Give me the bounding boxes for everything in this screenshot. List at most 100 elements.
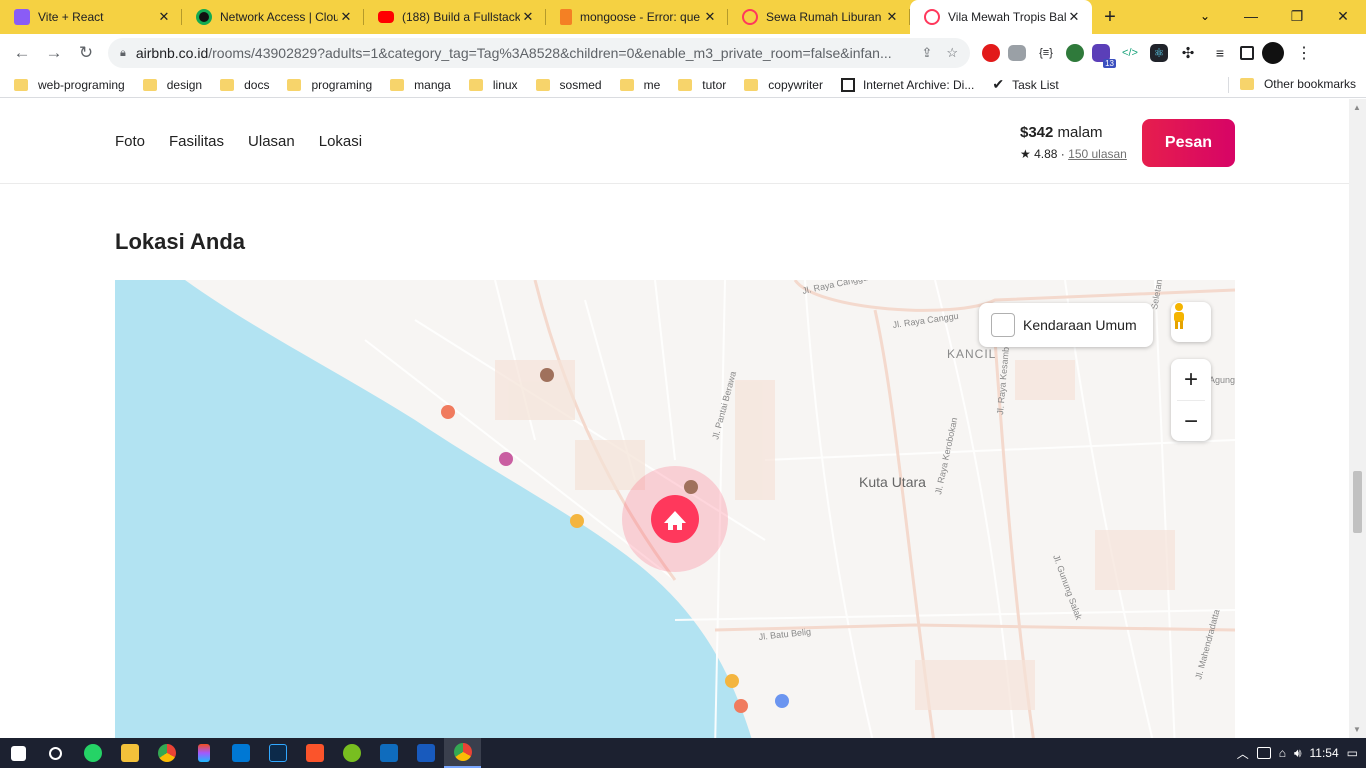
bookmark-folder[interactable]: programing <box>287 78 372 92</box>
side-panel-icon[interactable] <box>1240 46 1254 60</box>
listing-subnav: Foto Fasilitas Ulasan Lokasi $342 malam … <box>0 99 1349 184</box>
more-menu-icon[interactable]: ⋮ <box>1292 41 1316 65</box>
restaurant-poi-icon <box>734 699 748 713</box>
bookmark-divider <box>1228 77 1229 93</box>
forward-arrow-icon[interactable]: → <box>38 43 70 63</box>
notification-icon[interactable]: ▭ <box>1347 746 1358 760</box>
folder-icon <box>744 78 759 91</box>
tab-airbnb-sewa[interactable]: Sewa Rumah Liburan & ✕ <box>728 0 910 34</box>
lock-icon[interactable]: 🔒︎ <box>120 47 126 60</box>
scroll-up-arrow-icon[interactable]: ▲ <box>1353 103 1361 112</box>
tab-strip: Vite + React ✕ Network Access | Clou ✕ (… <box>0 0 1366 34</box>
close-window-icon[interactable]: ✕ <box>1320 0 1366 34</box>
book-button[interactable]: Pesan <box>1142 119 1235 167</box>
address-bar[interactable]: 🔒︎ airbnb.co.id/rooms/43902829?adults=1&… <box>108 38 970 68</box>
bookmark-folder[interactable]: copywriter <box>744 78 823 92</box>
bookmark-folder[interactable]: tutor <box>678 78 726 92</box>
tab-airbnb-vila-active[interactable]: Vila Mewah Tropis Bal ✕ <box>910 0 1092 34</box>
scroll-down-arrow-icon[interactable]: ▼ <box>1353 725 1361 734</box>
whatsapp-icon[interactable] <box>74 738 111 768</box>
battery-icon[interactable] <box>1256 747 1271 759</box>
link-lokasi[interactable]: Lokasi <box>319 133 362 150</box>
new-tab-button[interactable]: + <box>1092 0 1128 34</box>
network-icon[interactable]: ⌂ <box>1279 746 1286 760</box>
tray-chevron-icon[interactable]: ︿ <box>1237 745 1249 762</box>
extensions-puzzle-icon[interactable]: ✣ <box>1176 41 1200 65</box>
file-explorer-icon[interactable] <box>111 738 148 768</box>
close-icon[interactable]: ✕ <box>520 9 536 25</box>
checkmark-icon: ✔ <box>992 76 1005 92</box>
search-icon[interactable] <box>37 738 74 768</box>
bookmark-folder[interactable]: design <box>142 78 202 92</box>
volume-icon[interactable]: 🔊︎ <box>1294 746 1302 761</box>
bookmark-internet-archive[interactable]: Internet Archive: Di... <box>840 77 974 92</box>
close-icon[interactable]: ✕ <box>1066 9 1082 25</box>
outlook-icon[interactable] <box>370 738 407 768</box>
bookmark-folder[interactable]: me <box>619 78 660 92</box>
reviews-link[interactable]: 150 ulasan <box>1068 147 1127 161</box>
map[interactable]: Kuta Utara KANCIL Jl. Raya Canggu Jl. Ra… <box>115 280 1235 738</box>
other-bookmarks[interactable]: Other bookmarks <box>1239 77 1356 91</box>
tab-search-chevron-icon[interactable]: ⌄ <box>1190 0 1220 32</box>
map-label-agung: Agung <box>1209 375 1235 385</box>
tab-network-access[interactable]: Network Access | Clou ✕ <box>182 0 364 34</box>
graduation-ext-icon[interactable]: 13 <box>1092 44 1116 68</box>
vscode-icon[interactable] <box>222 738 259 768</box>
globe-ext-icon[interactable] <box>1066 44 1084 62</box>
bookmark-folder[interactable]: manga <box>390 78 451 92</box>
transit-toggle[interactable]: Kendaraan Umum <box>979 303 1153 347</box>
code-ext-icon[interactable]: </> <box>1118 41 1142 65</box>
clock[interactable]: 11:54 <box>1310 746 1339 760</box>
bookmark-folder[interactable]: linux <box>468 78 518 92</box>
scroll-thumb[interactable] <box>1353 471 1362 533</box>
share-icon[interactable]: ⇪ <box>921 45 932 61</box>
close-icon[interactable]: ✕ <box>702 9 718 25</box>
airbnb-icon <box>742 9 758 25</box>
map-canvas[interactable]: Kuta Utara KANCIL Jl. Raya Canggu Jl. Ra… <box>115 280 1235 738</box>
page-scrollbar[interactable]: ▲ ▼ <box>1349 99 1366 738</box>
photoshop-icon[interactable] <box>259 738 296 768</box>
bookmark-folder[interactable]: web-programing <box>14 78 125 92</box>
utorrent-icon[interactable] <box>333 738 370 768</box>
url-text[interactable]: airbnb.co.id/rooms/43902829?adults=1&cat… <box>136 45 908 61</box>
react-devtools-icon[interactable]: ⚛︎ <box>1150 44 1168 62</box>
bookmark-star-icon[interactable]: ☆ <box>946 45 958 61</box>
bookmarks-bar: web-programing design docs programing ma… <box>0 72 1366 98</box>
back-arrow-icon[interactable]: ← <box>6 43 38 63</box>
bookmark-label: web-programing <box>38 77 125 92</box>
tab-vite-react[interactable]: Vite + React ✕ <box>0 0 182 34</box>
json-ext-icon[interactable]: {≡} <box>1034 41 1058 65</box>
reload-icon[interactable]: ↻ <box>70 43 102 63</box>
bookmark-task-list[interactable]: ✔ Task List <box>992 76 1058 93</box>
screenshot-ext-icon[interactable] <box>1008 45 1026 61</box>
restore-icon[interactable]: ❐ <box>1274 0 1320 34</box>
price-line: $342 malam <box>1020 124 1127 141</box>
windows-start-icon[interactable] <box>0 738 37 768</box>
close-icon[interactable]: ✕ <box>338 9 354 25</box>
tab-title: (188) Build a Fullstack <box>402 10 520 24</box>
tab-youtube[interactable]: (188) Build a Fullstack ✕ <box>364 0 546 34</box>
minimize-icon[interactable]: — <box>1228 0 1274 34</box>
close-icon[interactable]: ✕ <box>884 9 900 25</box>
close-icon[interactable]: ✕ <box>156 9 172 25</box>
chrome-active-icon[interactable] <box>444 738 481 768</box>
zoom-controls: + − <box>1171 359 1211 441</box>
zoom-in-button[interactable]: + <box>1171 359 1211 400</box>
brave-icon[interactable] <box>296 738 333 768</box>
link-ulasan[interactable]: Ulasan <box>248 133 295 150</box>
word-icon[interactable] <box>407 738 444 768</box>
chrome-icon[interactable] <box>148 738 185 768</box>
figma-icon[interactable] <box>185 738 222 768</box>
transit-checkbox[interactable] <box>991 313 1015 337</box>
windows-taskbar: ︿ ⌂ 🔊︎ 11:54 ▭ <box>0 738 1366 768</box>
tab-stackoverflow[interactable]: mongoose - Error: que ✕ <box>546 0 728 34</box>
media-queue-icon[interactable]: ≡ <box>1208 41 1232 65</box>
street-view-pegman-icon[interactable] <box>1171 302 1211 342</box>
zoom-out-button[interactable]: − <box>1171 401 1211 442</box>
bookmark-folder[interactable]: sosmed <box>535 78 602 92</box>
opera-ext-icon[interactable] <box>982 44 1000 62</box>
link-foto[interactable]: Foto <box>115 133 145 150</box>
bookmark-folder[interactable]: docs <box>220 78 269 92</box>
profile-avatar[interactable] <box>1262 42 1284 64</box>
link-fasilitas[interactable]: Fasilitas <box>169 133 224 150</box>
